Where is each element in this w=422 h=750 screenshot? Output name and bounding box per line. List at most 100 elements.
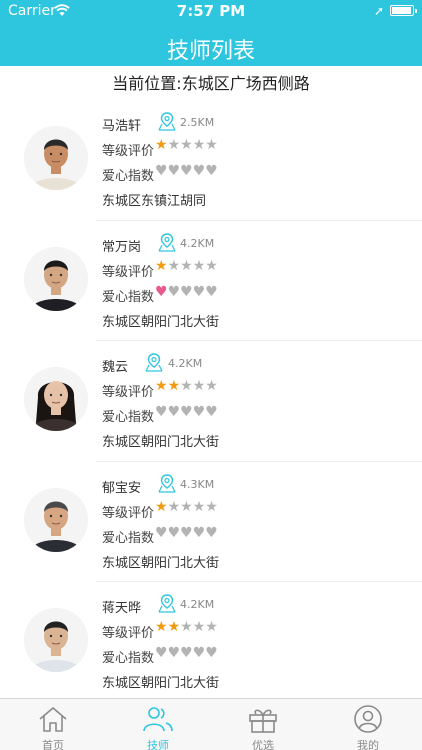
heart-icon: ♥: [167, 404, 181, 420]
people-icon: [143, 707, 173, 732]
star-icon: ★: [180, 137, 193, 153]
home-icon: [39, 707, 67, 732]
star-icon: ★: [167, 498, 181, 515]
tab-selected-label: 优选: [252, 739, 274, 750]
love-hearts: ♥♥♥♥♥: [155, 284, 218, 300]
heart-icon: ♥: [180, 163, 193, 179]
technician-distance: 2.5KM: [180, 116, 215, 129]
technician-list: 马浩轩 2.5KM 等级评价 ★★★★★ 爱心指数 ♥♥♥♥♥ 东城区东镇江胡同…: [0, 100, 422, 703]
tab-selected[interactable]: 优选: [213, 699, 313, 750]
heart-icon: ♥: [205, 524, 218, 541]
star-icon: ★: [192, 378, 206, 394]
star-icon: ★: [180, 498, 193, 515]
heart-icon: ♥: [180, 283, 193, 300]
star-icon: ★: [192, 257, 206, 274]
technician-row[interactable]: 蒋天晔 4.2KM 等级评价 ★★★★★ 爱心指数 ♥♥♥♥♥ 东城区朝阳门北大…: [0, 582, 422, 703]
star-icon: ★: [205, 378, 218, 394]
technician-distance: 4.3KM: [180, 477, 215, 491]
tab-technician-label: 技师: [147, 739, 169, 750]
tab-technician[interactable]: 技师: [108, 699, 208, 750]
star-icon: ★: [180, 257, 193, 274]
love-hearts: ♥♥♥♥♥: [155, 163, 218, 179]
star-icon: ★: [205, 498, 218, 515]
technician-name: 常万岗: [102, 239, 142, 255]
technician-avatar: [24, 126, 88, 190]
battery-icon: [390, 5, 417, 16]
star-icon: ★: [155, 257, 168, 274]
heart-icon: ♥: [192, 163, 206, 179]
technician-avatar: [24, 487, 88, 552]
location-pin-icon: [145, 352, 163, 372]
heart-icon: ♥: [192, 404, 206, 420]
header: Carrier 7:57 PM ➚ 技师列表: [0, 0, 422, 66]
technician-row[interactable]: 马浩轩 2.5KM 等级评价 ★★★★★ 爱心指数 ♥♥♥♥♥ 东城区东镇江胡同: [0, 100, 422, 221]
clock: 7:57 PM: [176, 2, 246, 20]
heart-icon: ♥: [180, 645, 193, 661]
tab-home-label: 首页: [42, 739, 64, 750]
love-label: 爱心指数: [102, 530, 155, 546]
location-pin-icon: [158, 232, 176, 252]
technician-address: 东城区朝阳门北大街: [102, 555, 220, 571]
love-hearts: ♥♥♥♥♥: [155, 525, 218, 541]
heart-icon: ♥: [205, 163, 218, 179]
love-label: 爱心指数: [102, 169, 155, 184]
page-title: 技师列表: [166, 39, 255, 64]
rating-label: 等级评价: [102, 264, 155, 280]
technician-avatar: [24, 367, 88, 431]
technician-row[interactable]: 郁宝安 4.3KM 等级评价 ★★★★★ 爱心指数 ♥♥♥♥♥ 东城区朝阳门北大…: [0, 462, 422, 582]
technician-distance: 4.2KM: [180, 236, 215, 250]
technician-name: 郁宝安: [102, 480, 142, 496]
heart-icon: ♥: [167, 163, 181, 179]
heart-icon: ♥: [167, 645, 181, 661]
star-icon: ★: [192, 498, 206, 515]
technician-row[interactable]: 魏云 4.2KM 等级评价 ★★★★★ 爱心指数 ♥♥♥♥♥ 东城区朝阳门北大街: [0, 341, 422, 462]
gift-icon: [249, 709, 277, 733]
heart-icon: ♥: [155, 645, 168, 661]
rating-stars: ★★★★★: [155, 258, 218, 274]
location-arrow-icon: ➚: [373, 4, 384, 18]
heart-icon: ♥: [192, 524, 206, 541]
star-icon: ★: [167, 619, 181, 635]
heart-icon: ♥: [167, 524, 181, 541]
star-icon: ★: [155, 378, 168, 394]
heart-icon: ♥: [155, 283, 168, 300]
location-pin-icon: [158, 593, 176, 613]
star-icon: ★: [167, 257, 181, 274]
love-label: 爱心指数: [102, 410, 155, 425]
heart-icon: ♥: [155, 163, 168, 179]
heart-icon: ♥: [192, 283, 206, 300]
rating-stars: ★★★★★: [155, 619, 218, 635]
rating-stars: ★★★★★: [155, 378, 218, 394]
rating-label: 等级评价: [102, 626, 155, 641]
heart-icon: ♥: [155, 524, 168, 541]
rating-label: 等级评价: [102, 144, 155, 159]
technician-distance: 4.2KM: [168, 357, 203, 370]
rating-label: 等级评价: [102, 505, 155, 521]
heart-icon: ♥: [205, 283, 218, 300]
technician-address: 东城区朝阳门北大街: [102, 435, 220, 450]
star-icon: ★: [205, 619, 218, 635]
technician-row[interactable]: 常万岗 4.2KM 等级评价 ★★★★★ 爱心指数 ♥♥♥♥♥ 东城区朝阳门北大…: [0, 221, 422, 341]
star-icon: ★: [180, 619, 193, 635]
star-icon: ★: [155, 498, 168, 515]
technician-distance: 4.2KM: [180, 598, 215, 611]
technician-name: 蒋天晔: [102, 601, 142, 616]
heart-icon: ♥: [155, 404, 168, 420]
rating-stars: ★★★★★: [155, 499, 218, 515]
star-icon: ★: [180, 378, 193, 394]
tab-home[interactable]: 首页: [3, 699, 103, 750]
user-icon: [354, 705, 382, 733]
love-hearts: ♥♥♥♥♥: [155, 404, 218, 420]
tab-mine-label: 我的: [357, 739, 379, 750]
technician-address: 东城区朝阳门北大街: [102, 676, 220, 691]
love-label: 爱心指数: [102, 289, 155, 305]
star-icon: ★: [155, 619, 168, 635]
tab-mine[interactable]: 我的: [318, 699, 418, 750]
star-icon: ★: [167, 137, 181, 153]
heart-icon: ♥: [180, 524, 193, 541]
star-icon: ★: [192, 619, 206, 635]
heart-icon: ♥: [192, 645, 206, 661]
current-location: 当前位置:东城区广场西侧路: [112, 74, 310, 93]
heart-icon: ♥: [167, 283, 181, 300]
star-icon: ★: [167, 378, 181, 394]
